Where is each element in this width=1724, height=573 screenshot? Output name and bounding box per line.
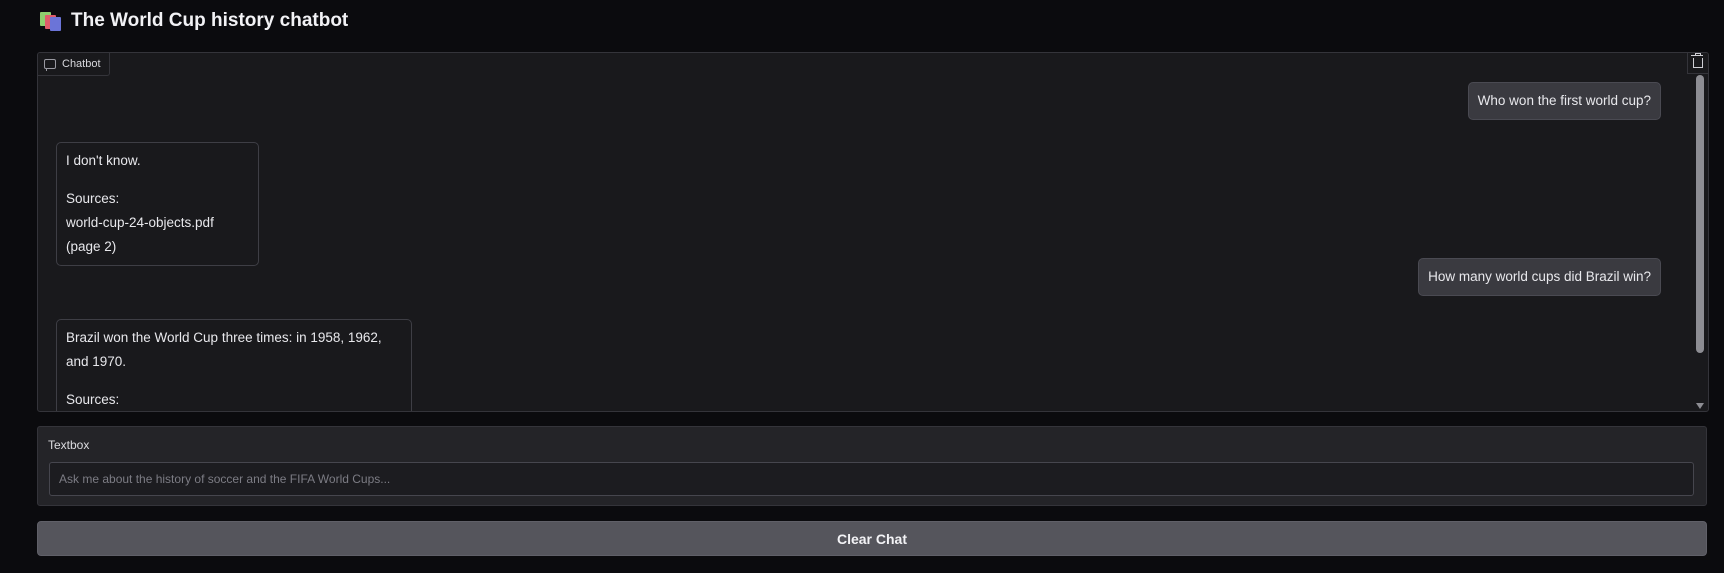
bot-message-line: I don't know. — [66, 153, 141, 168]
header: The World Cup history chatbot — [39, 10, 348, 32]
user-message-text: How many world cups did Brazil win? — [1428, 269, 1651, 284]
message-input[interactable] — [49, 462, 1694, 496]
chatbot-panel: Chatbot Who won the first world cup? I d… — [37, 52, 1709, 412]
bot-message-line: Brazil won the World Cup three times: in… — [66, 330, 382, 369]
stacked-books-icon — [39, 10, 61, 32]
chatbot-label: Chatbot — [38, 53, 110, 76]
scroll-down-arrow-icon[interactable] — [1696, 403, 1704, 409]
source-reference: world-cup-24-objects.pdf (page 2) — [66, 215, 214, 254]
sources-label: Sources: — [66, 191, 120, 206]
app-root: The World Cup history chatbot Chatbot Wh… — [0, 0, 1724, 573]
trash-icon — [1691, 53, 1703, 68]
user-message: Who won the first world cup? — [1467, 82, 1661, 120]
user-message-text: Who won the first world cup? — [1477, 93, 1651, 108]
chat-bubble-icon — [44, 59, 56, 71]
clear-chat-button[interactable]: Clear Chat — [37, 521, 1707, 556]
clear-history-button[interactable] — [1687, 53, 1708, 74]
chat-scrollbar[interactable] — [1696, 75, 1704, 409]
chatbot-label-text: Chatbot — [62, 58, 101, 70]
user-message: How many world cups did Brazil win? — [1418, 258, 1661, 296]
message-list[interactable]: Who won the first world cup? I don't kno… — [38, 53, 1688, 411]
bot-message: I don't know. Sources: world-cup-24-obje… — [56, 142, 259, 266]
page-title: The World Cup history chatbot — [71, 10, 349, 31]
sources-label: Sources: — [66, 392, 120, 407]
bot-message: Brazil won the World Cup three times: in… — [56, 319, 412, 411]
scroll-thumb[interactable] — [1696, 75, 1704, 353]
textbox-label: Textbox — [48, 438, 90, 452]
textbox-panel: Textbox — [37, 426, 1707, 506]
